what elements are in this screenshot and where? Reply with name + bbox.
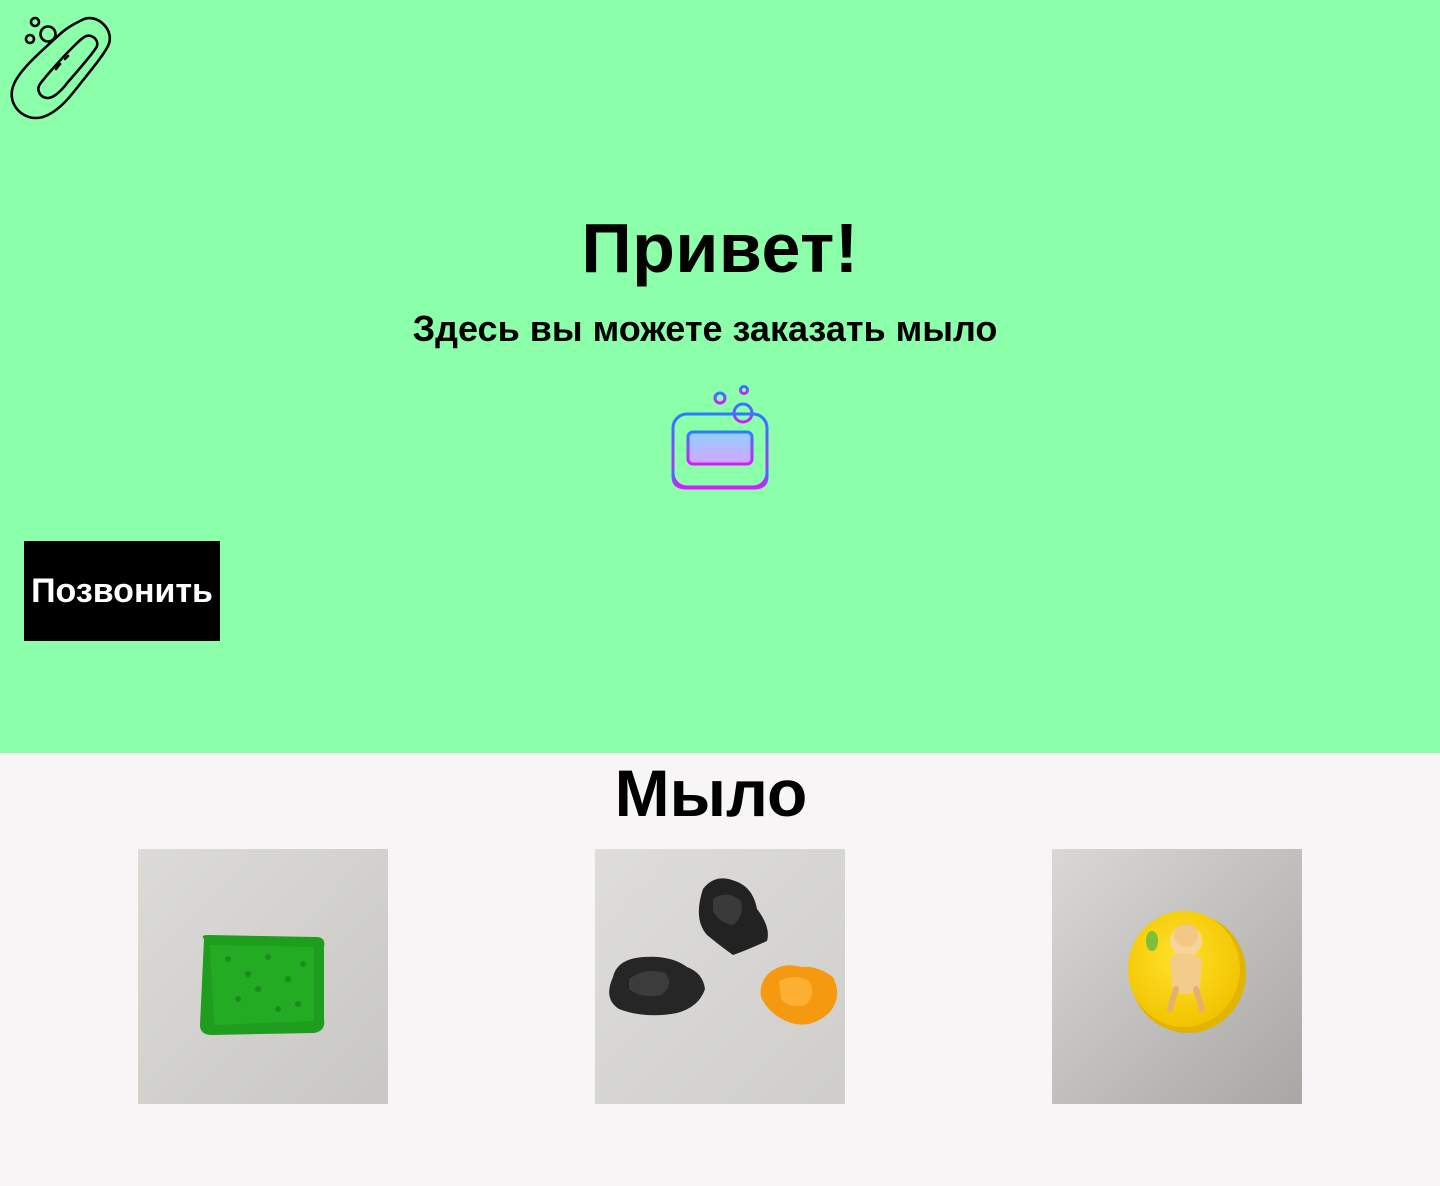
products-title: Мыло (614, 756, 808, 830)
product-photo-black-orange-soaps[interactable] (595, 849, 845, 1104)
product-photo-green-soap[interactable] (138, 849, 388, 1104)
hero-subtitle: Здесь вы можете заказать мыло (412, 308, 998, 349)
call-button[interactable]: Позвонить (24, 541, 220, 641)
hero-section: Привет! Здесь вы можете заказать мыло По… (0, 0, 1440, 753)
product-photo-yellow-soap[interactable] (1052, 849, 1302, 1104)
hero-title: Привет! (581, 209, 859, 287)
soap-logo-icon[interactable] (8, 14, 114, 120)
products-section: Мыло (0, 753, 1440, 1186)
soap-dish-icon (668, 384, 772, 492)
